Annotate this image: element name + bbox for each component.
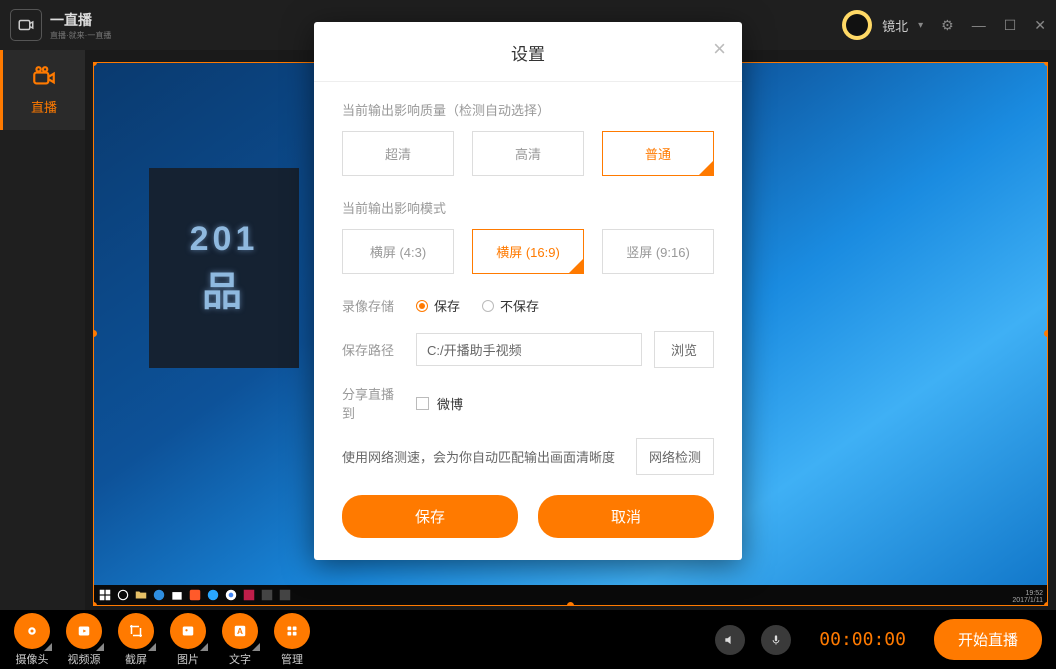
tool-image[interactable]: 图片 — [170, 613, 206, 667]
quality-option[interactable]: 高清 — [472, 131, 584, 176]
bottombar: 摄像头 视频源 截屏 图片 A 文字 管理 00:00:00 开始直播 — [0, 610, 1056, 669]
caret-icon — [200, 643, 208, 651]
radio-label: 保存 — [434, 296, 460, 315]
modal-title: 设置 — [511, 40, 545, 65]
browse-button[interactable]: 浏览 — [654, 331, 714, 368]
storage-label: 录像存储 — [342, 296, 404, 315]
checkbox-weibo[interactable]: 微博 — [416, 394, 463, 413]
tool-label: 摄像头 — [16, 651, 49, 667]
poster-line2: 品 — [202, 259, 246, 317]
timer: 00:00:00 — [819, 629, 906, 650]
resize-handle[interactable] — [93, 62, 97, 66]
net-detect-button[interactable]: 网络检测 — [636, 438, 714, 475]
mode-option[interactable]: 横屏 (16:9) — [472, 229, 584, 274]
sidebar: 直播 — [0, 50, 85, 610]
chrome-icon — [224, 588, 238, 602]
radio-dot-icon — [482, 300, 494, 312]
resize-handle[interactable] — [1044, 330, 1048, 337]
checkbox-icon — [416, 397, 429, 410]
cortana-icon — [116, 588, 130, 602]
quality-options: 超清高清普通 — [342, 131, 714, 176]
settings-modal: 设置 × 当前输出影响质量（检测自动选择） 超清高清普通 当前输出影响模式 横屏… — [314, 22, 742, 560]
sidebar-item-live[interactable]: 直播 — [0, 50, 85, 130]
svg-text:A: A — [237, 627, 243, 636]
username: 镜北 — [882, 16, 908, 35]
app-name: 一直播 — [50, 10, 111, 30]
share-label: 分享直播到 — [342, 384, 404, 422]
sidebar-item-label: 直播 — [31, 97, 57, 116]
resize-handle[interactable] — [93, 602, 97, 606]
chevron-down-icon: ▾ — [918, 20, 923, 31]
preview-poster: 201 品 — [149, 168, 299, 368]
tool-label: 视频源 — [68, 651, 101, 667]
qq-icon — [206, 588, 220, 602]
mode-option[interactable]: 竖屏 (9:16) — [602, 229, 714, 274]
taskbar-date: 2017/1/11 — [1012, 597, 1043, 604]
tool-manage[interactable]: 管理 — [274, 613, 310, 667]
user-area[interactable]: 镜北 ▾ — [842, 10, 923, 40]
radio-save[interactable]: 保存 — [416, 296, 460, 315]
start-stream-button[interactable]: 开始直播 — [934, 619, 1042, 660]
mode-options: 横屏 (4:3) 横屏 (16:9) 竖屏 (9:16) — [342, 229, 714, 274]
resize-handle[interactable] — [1044, 62, 1048, 66]
path-label: 保存路径 — [342, 340, 404, 359]
logo-icon — [10, 9, 42, 41]
caret-icon — [96, 643, 104, 651]
maximize-button[interactable]: ☐ — [1004, 17, 1017, 34]
store-icon — [170, 588, 184, 602]
checkbox-label: 微博 — [437, 394, 463, 413]
music-icon — [188, 588, 202, 602]
app-icon-2 — [260, 588, 274, 602]
poster-line1: 201 — [190, 220, 259, 259]
radio-dot-icon — [416, 300, 428, 312]
resize-handle[interactable] — [93, 330, 97, 337]
folder-icon — [134, 588, 148, 602]
radio-label: 不保存 — [500, 296, 539, 315]
tool-label: 图片 — [177, 651, 199, 667]
tool-video-source[interactable]: 视频源 — [66, 613, 102, 667]
app-icon-1 — [242, 588, 256, 602]
mode-label: 当前输出影响模式 — [342, 198, 714, 217]
close-icon[interactable]: × — [713, 38, 726, 60]
tool-text[interactable]: A 文字 — [222, 613, 258, 667]
tool-capture[interactable]: 截屏 — [118, 613, 154, 667]
logo-area: 一直播 直播·就来·一直播 — [10, 9, 111, 41]
caret-icon — [148, 643, 156, 651]
mode-option[interactable]: 横屏 (4:3) — [342, 229, 454, 274]
save-button[interactable]: 保存 — [342, 495, 518, 538]
caret-icon — [252, 643, 260, 651]
taskbar-time: 19:52 — [1012, 590, 1043, 597]
caret-icon — [44, 643, 52, 651]
close-button[interactable]: ✕ — [1034, 17, 1046, 34]
path-input[interactable] — [416, 333, 642, 366]
net-hint: 使用网络测速，会为你自动匹配输出画面清晰度 — [342, 447, 624, 466]
tool-camera[interactable]: 摄像头 — [14, 613, 50, 667]
tool-label: 文字 — [229, 651, 251, 667]
avatar[interactable] — [842, 10, 872, 40]
quality-option[interactable]: 普通 — [602, 131, 714, 176]
windows-start-icon — [98, 588, 112, 602]
mic-button[interactable] — [761, 625, 791, 655]
resize-handle[interactable] — [1044, 602, 1048, 606]
edge-icon — [152, 588, 166, 602]
tool-label: 截屏 — [125, 651, 147, 667]
speaker-button[interactable] — [715, 625, 745, 655]
resize-handle[interactable] — [567, 602, 574, 606]
quality-label: 当前输出影响质量（检测自动选择） — [342, 100, 714, 119]
quality-option[interactable]: 超清 — [342, 131, 454, 176]
app-icon-3 — [278, 588, 292, 602]
cancel-button[interactable]: 取消 — [538, 495, 714, 538]
radio-nosave[interactable]: 不保存 — [482, 296, 539, 315]
minimize-button[interactable]: — — [972, 17, 986, 34]
tool-label: 管理 — [281, 651, 303, 667]
settings-icon[interactable]: ⚙ — [941, 17, 954, 34]
app-tagline: 直播·就来·一直播 — [50, 30, 111, 41]
